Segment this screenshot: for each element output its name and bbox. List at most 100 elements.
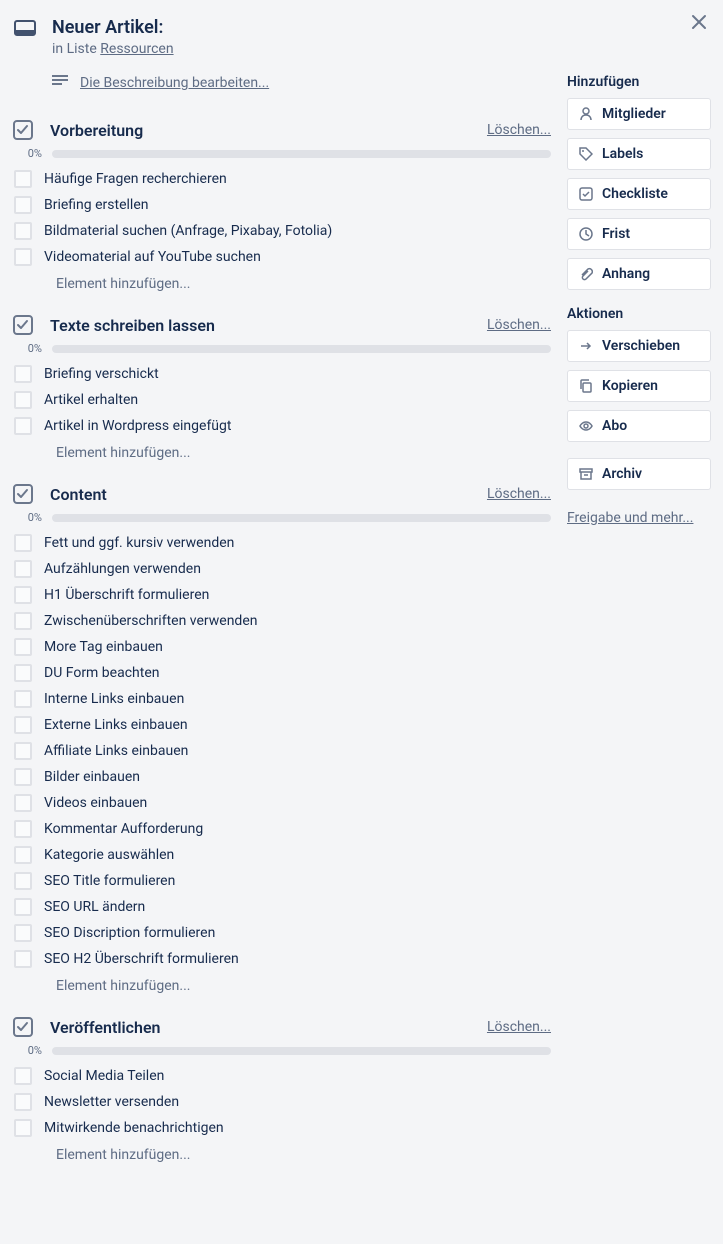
checklist-item-label[interactable]: Videomaterial auf YouTube suchen [44, 249, 261, 265]
checklist-item-label[interactable]: SEO Discription formulieren [44, 925, 215, 941]
add-checklist-item[interactable]: Element hinzufügen... [12, 972, 551, 994]
checklist-item: More Tag einbauen [12, 634, 551, 660]
checkbox[interactable] [14, 950, 32, 968]
checklist-item-label[interactable]: SEO Title formulieren [44, 873, 175, 889]
frist-button[interactable]: Frist [567, 218, 711, 250]
checklist-item-label[interactable]: Bilder einbauen [44, 769, 140, 785]
checkbox[interactable] [14, 196, 32, 214]
checkbox[interactable] [14, 716, 32, 734]
checklist-item-label[interactable]: More Tag einbauen [44, 639, 163, 655]
checklist-title[interactable]: Vorbereitung [50, 121, 475, 140]
add-checklist-item[interactable]: Element hinzufügen... [12, 439, 551, 461]
checkbox[interactable] [14, 924, 32, 942]
checklist-delete-link[interactable]: Löschen... [487, 1019, 551, 1035]
add-checklist-item[interactable]: Element hinzufügen... [12, 1141, 551, 1163]
checklist-item-label[interactable]: Kommentar Aufforderung [44, 821, 203, 837]
checkbox[interactable] [14, 612, 32, 630]
checklist-item-label[interactable]: H1 Überschrift formulieren [44, 587, 209, 603]
description-row[interactable]: Die Beschreibung bearbeiten... [50, 69, 551, 99]
checkliste-button[interactable]: Checkliste [567, 178, 711, 210]
checklist-item-label[interactable]: Fett und ggf. kursiv verwenden [44, 535, 234, 551]
card-title[interactable]: Neuer Artikel: [52, 16, 551, 39]
checklist-item: SEO URL ändern [12, 894, 551, 920]
checkbox[interactable] [14, 560, 32, 578]
checkbox[interactable] [14, 846, 32, 864]
checklist-item-label[interactable]: Externe Links einbauen [44, 717, 188, 733]
checklist-item-label[interactable]: Briefing verschickt [44, 366, 159, 382]
checklist-item-label[interactable]: Zwischenüberschriften verwenden [44, 613, 258, 629]
checklist-delete-link[interactable]: Löschen... [487, 486, 551, 502]
checklist-icon [12, 119, 38, 141]
kopieren-button[interactable]: Kopieren [567, 370, 711, 402]
add-checklist-item[interactable]: Element hinzufügen... [12, 270, 551, 292]
archiv-button[interactable]: Archiv [567, 458, 711, 490]
checklist-item-label[interactable]: Häufige Fragen recherchieren [44, 171, 227, 187]
close-icon [690, 13, 708, 31]
checklist-title[interactable]: Texte schreiben lassen [50, 316, 475, 335]
checklist-item: Affiliate Links einbauen [12, 738, 551, 764]
edit-description-link[interactable]: Die Beschreibung bearbeiten... [80, 75, 269, 91]
checklist-item-label[interactable]: DU Form beachten [44, 665, 160, 681]
checklist-item-label[interactable]: Artikel in Wordpress eingefügt [44, 418, 231, 434]
checklist-title[interactable]: Content [50, 485, 475, 504]
side-button-label: Abo [602, 418, 627, 434]
checkbox[interactable] [14, 586, 32, 604]
progress-bar [52, 1047, 551, 1055]
checklist-item-label[interactable]: SEO H2 Überschrift formulieren [44, 951, 239, 967]
archive-icon [578, 466, 594, 482]
checklist-item-label[interactable]: SEO URL ändern [44, 899, 145, 915]
checkbox[interactable] [14, 898, 32, 916]
share-more-link[interactable]: Freigabe und mehr... [567, 510, 693, 526]
checkbox[interactable] [14, 820, 32, 838]
checklist-item-label[interactable]: Newsletter versenden [44, 1094, 179, 1110]
checklist-item-label[interactable]: Bildmaterial suchen (Anfrage, Pixabay, F… [44, 223, 332, 239]
checklist-item-label[interactable]: Kategorie auswählen [44, 847, 174, 863]
verschieben-button[interactable]: Verschieben [567, 330, 711, 362]
labels-button[interactable]: Labels [567, 138, 711, 170]
checklist-item-label[interactable]: Aufzählungen verwenden [44, 561, 201, 577]
checkbox[interactable] [14, 248, 32, 266]
close-button[interactable] [687, 10, 711, 34]
progress-row: 0% [12, 1044, 551, 1057]
checkbox[interactable] [14, 417, 32, 435]
checklist-item-label[interactable]: Interne Links einbauen [44, 691, 184, 707]
checkbox[interactable] [14, 1119, 32, 1137]
checklist-icon [578, 186, 594, 202]
checklist-item-label[interactable]: Videos einbauen [44, 795, 147, 811]
checkbox[interactable] [14, 742, 32, 760]
clock-icon [578, 226, 594, 242]
anhang-button[interactable]: Anhang [567, 258, 711, 290]
checklist-item-label[interactable]: Social Media Teilen [44, 1068, 164, 1084]
checklist-delete-link[interactable]: Löschen... [487, 122, 551, 138]
side-button-label: Verschieben [602, 338, 680, 354]
checklist-title[interactable]: Veröffentlichen [50, 1018, 475, 1037]
checkbox[interactable] [14, 365, 32, 383]
checkbox[interactable] [14, 534, 32, 552]
side-button-label: Kopieren [602, 378, 658, 394]
checkbox[interactable] [14, 872, 32, 890]
checklist-item-label[interactable]: Affiliate Links einbauen [44, 743, 188, 759]
checkbox[interactable] [14, 1093, 32, 1111]
checkbox[interactable] [14, 1067, 32, 1085]
checkbox[interactable] [14, 170, 32, 188]
checkbox[interactable] [14, 690, 32, 708]
checklist-item-label[interactable]: Mitwirkende benachrichtigen [44, 1120, 224, 1136]
checklist-block: VorbereitungLöschen...0%Häufige Fragen r… [12, 119, 551, 292]
checkbox[interactable] [14, 664, 32, 682]
checkbox[interactable] [14, 768, 32, 786]
checkbox[interactable] [14, 794, 32, 812]
checklist-delete-link[interactable]: Löschen... [487, 317, 551, 333]
mitglieder-button[interactable]: Mitglieder [567, 98, 711, 130]
checklist-item: Videomaterial auf YouTube suchen [12, 244, 551, 270]
list-link[interactable]: Ressourcen [100, 41, 173, 57]
checklist-item-label[interactable]: Briefing erstellen [44, 197, 148, 213]
checklist-block: ContentLöschen...0%Fett und ggf. kursiv … [12, 483, 551, 994]
checklist-item: Mitwirkende benachrichtigen [12, 1115, 551, 1141]
checkbox[interactable] [14, 391, 32, 409]
abo-button[interactable]: Abo [567, 410, 711, 442]
checkbox[interactable] [14, 222, 32, 240]
checklist-item-label[interactable]: Artikel erhalten [44, 392, 138, 408]
checkbox[interactable] [14, 638, 32, 656]
progress-bar [52, 345, 551, 353]
copy-icon [578, 378, 594, 394]
